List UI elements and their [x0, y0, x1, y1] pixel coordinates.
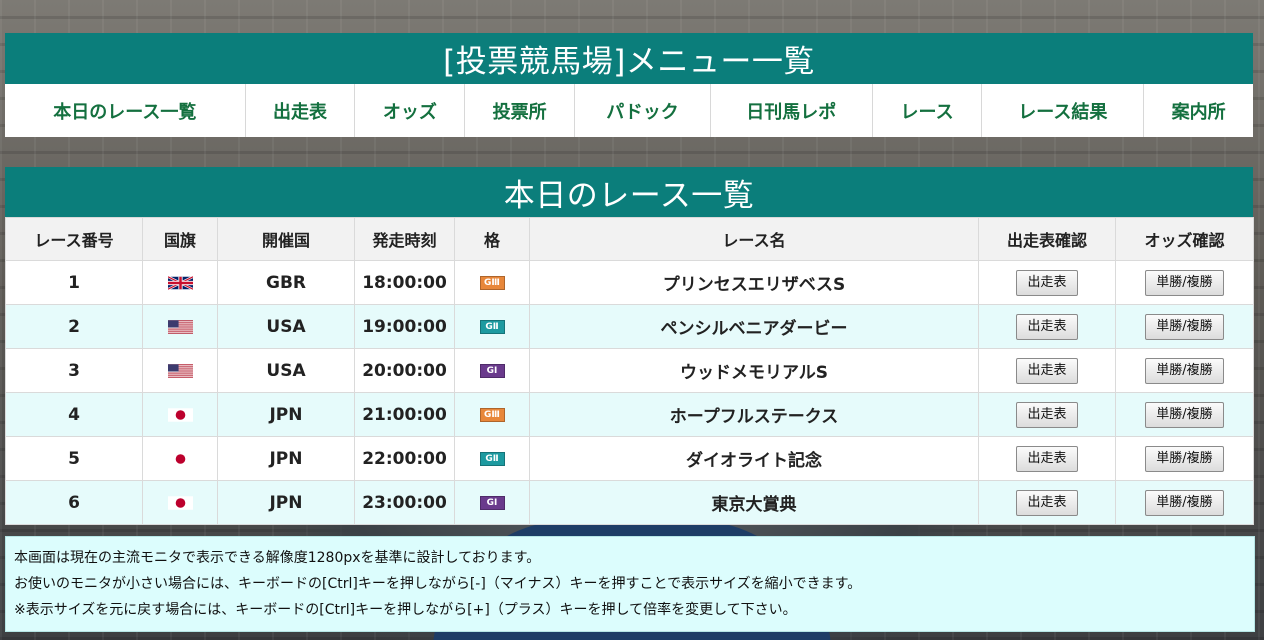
- entry-button[interactable]: 出走表: [1016, 445, 1078, 472]
- table-row: 1 GBR 18:00:00 GⅢ プリンセスエリザベスS 出走表 単勝/複勝: [5, 260, 1254, 305]
- table-row: 2 USA 19:00:00 GⅡ ペンシルベニアダービー 出走表 単勝/複勝: [5, 304, 1254, 349]
- grade-badge: GⅢ: [479, 275, 505, 290]
- japan-flag-icon: [167, 407, 193, 422]
- entry-button[interactable]: 出走表: [1016, 313, 1078, 340]
- entry-button[interactable]: 出走表: [1016, 489, 1078, 516]
- japan-flag-icon: [167, 451, 193, 466]
- grade-badge: GⅠ: [479, 495, 505, 510]
- nav-item-betting[interactable]: 投票所: [465, 84, 576, 137]
- race-name: ダイオライト記念: [529, 436, 979, 481]
- odds-button[interactable]: 単勝/複勝: [1145, 401, 1224, 428]
- table-row: 4 JPN 21:00:00 GⅢ ホープフルステークス 出走表 単勝/複勝: [5, 392, 1254, 437]
- race-no: 6: [5, 480, 143, 525]
- entry-button[interactable]: 出走表: [1016, 357, 1078, 384]
- odds-button[interactable]: 単勝/複勝: [1145, 489, 1224, 516]
- nav-item-entries[interactable]: 出走表: [246, 84, 356, 137]
- race-name: 東京大賞典: [529, 480, 979, 525]
- menu-title: [投票競馬場]メニュー一覧: [5, 33, 1253, 83]
- start-time: 18:00:00: [354, 260, 455, 305]
- col-header-start-time: 発走時刻: [354, 217, 455, 261]
- col-header-flag: 国旗: [142, 217, 218, 261]
- race-no: 4: [5, 392, 143, 437]
- notice-line: ※表示サイズを元に戻す場合には、キーボードの[Ctrl]キーを押しながら[+]（…: [14, 602, 797, 618]
- grade-badge: GⅡ: [479, 319, 505, 334]
- menu-panel: [投票競馬場]メニュー一覧 本日のレース一覧 出走表 オッズ 投票所 パドック …: [5, 33, 1253, 137]
- race-name: ペンシルベニアダービー: [529, 304, 979, 349]
- nav-item-results[interactable]: レース結果: [982, 84, 1145, 137]
- grade-badge: GⅡ: [479, 451, 505, 466]
- race-no: 1: [5, 260, 143, 305]
- country-code: USA: [217, 348, 355, 393]
- nav-item-odds[interactable]: オッズ: [355, 84, 466, 137]
- race-no: 3: [5, 348, 143, 393]
- col-header-entry-check: 出走表確認: [978, 217, 1116, 261]
- race-table: レース番号 国旗 開催国 発走時刻 格 レース名 出走表確認 オッズ確認 1 G…: [5, 217, 1254, 525]
- country-code: JPN: [217, 392, 355, 437]
- notice-line: お使いのモニタが小さい場合には、キーボードの[Ctrl]キーを押しながら[-]（…: [14, 576, 862, 592]
- nav-item-race[interactable]: レース: [873, 84, 983, 137]
- start-time: 20:00:00: [354, 348, 455, 393]
- start-time: 23:00:00: [354, 480, 455, 525]
- start-time: 21:00:00: [354, 392, 455, 437]
- country-code: JPN: [217, 436, 355, 481]
- usa-flag-icon: [167, 363, 193, 378]
- col-header-race-name: レース名: [529, 217, 979, 261]
- race-name: ウッドメモリアルS: [529, 348, 979, 393]
- usa-flag-icon: [167, 319, 193, 334]
- race-name: プリンセスエリザベスS: [529, 260, 979, 305]
- start-time: 19:00:00: [354, 304, 455, 349]
- race-list-panel: 本日のレース一覧 レース番号 国旗 開催国 発走時刻 格 レース名 出走表確認 …: [5, 167, 1254, 525]
- country-code: JPN: [217, 480, 355, 525]
- table-header-row: レース番号 国旗 開催国 発走時刻 格 レース名 出走表確認 オッズ確認: [5, 217, 1254, 261]
- table-row: 3 USA 20:00:00 GⅠ ウッドメモリアルS 出走表 単勝/複勝: [5, 348, 1254, 393]
- odds-button[interactable]: 単勝/複勝: [1145, 313, 1224, 340]
- race-name: ホープフルステークス: [529, 392, 979, 437]
- country-code: USA: [217, 304, 355, 349]
- race-no: 5: [5, 436, 143, 481]
- nav-item-today-races[interactable]: 本日のレース一覧: [5, 84, 246, 137]
- race-list-title: 本日のレース一覧: [5, 167, 1253, 217]
- table-row: 5 JPN 22:00:00 GⅡ ダイオライト記念 出走表 単勝/複勝: [5, 436, 1254, 481]
- col-header-odds-check: オッズ確認: [1115, 217, 1254, 261]
- nav-item-info[interactable]: 案内所: [1144, 84, 1253, 137]
- odds-button[interactable]: 単勝/複勝: [1145, 445, 1224, 472]
- table-row: 6 JPN 23:00:00 GⅠ 東京大賞典 出走表 単勝/複勝: [5, 480, 1254, 525]
- odds-button[interactable]: 単勝/複勝: [1145, 357, 1224, 384]
- nav-item-paddock[interactable]: パドック: [575, 84, 711, 137]
- notice-line: 本画面は現在の主流モニタで表示できる解像度1280pxを基準に設計しております。: [14, 550, 541, 566]
- uk-flag-icon: [167, 275, 193, 290]
- col-header-grade: 格: [454, 217, 530, 261]
- nav-item-daily-report[interactable]: 日刊馬レポ: [711, 84, 873, 137]
- grade-badge: GⅠ: [479, 363, 505, 378]
- main-nav: 本日のレース一覧 出走表 オッズ 投票所 パドック 日刊馬レポ レース レース結…: [5, 83, 1253, 137]
- grade-badge: GⅢ: [479, 407, 505, 422]
- entry-button[interactable]: 出走表: [1016, 269, 1078, 296]
- entry-button[interactable]: 出走表: [1016, 401, 1078, 428]
- start-time: 22:00:00: [354, 436, 455, 481]
- country-code: GBR: [217, 260, 355, 305]
- col-header-race-no: レース番号: [5, 217, 143, 261]
- race-no: 2: [5, 304, 143, 349]
- col-header-country: 開催国: [217, 217, 355, 261]
- odds-button[interactable]: 単勝/複勝: [1145, 269, 1224, 296]
- resolution-notice: 本画面は現在の主流モニタで表示できる解像度1280pxを基準に設計しております。…: [5, 536, 1255, 632]
- japan-flag-icon: [167, 495, 193, 510]
